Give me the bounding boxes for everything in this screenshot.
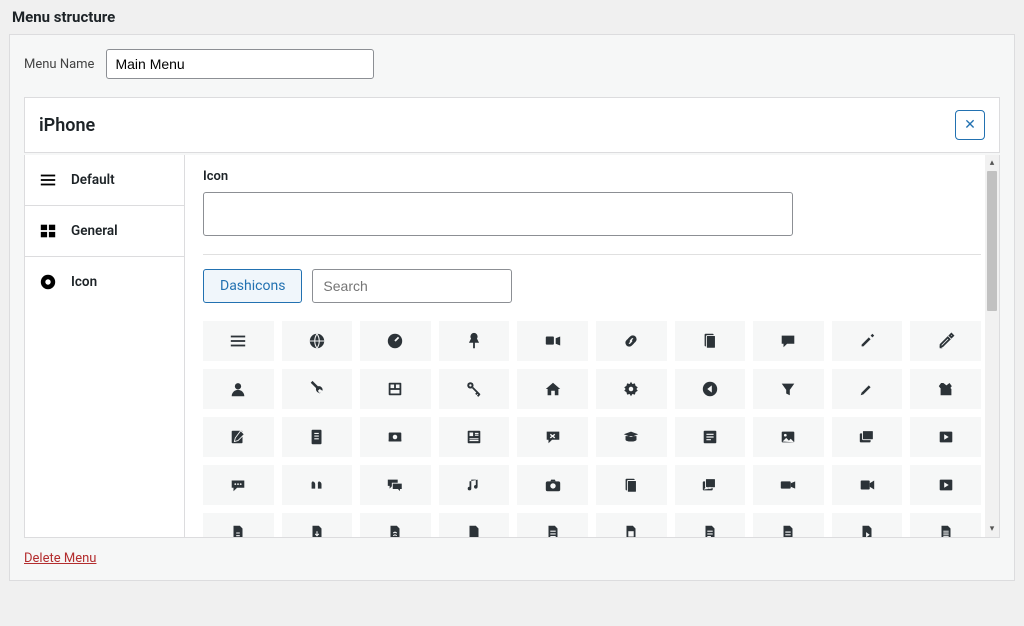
close-button[interactable]: ✕ <box>955 110 985 140</box>
doc-j-icon[interactable] <box>910 513 981 537</box>
video-icon[interactable] <box>910 417 981 457</box>
menu-name-label: Menu Name <box>24 57 94 72</box>
play-icon[interactable] <box>910 465 981 505</box>
home-icon[interactable] <box>517 369 588 409</box>
status-icon[interactable] <box>203 465 274 505</box>
media-icon[interactable] <box>517 321 588 361</box>
divider <box>203 254 981 255</box>
visibility-icon[interactable] <box>360 417 431 457</box>
link-icon[interactable] <box>596 321 667 361</box>
scrollbar[interactable]: ▴ ▾ <box>985 155 999 537</box>
doc-d-icon[interactable] <box>439 513 510 537</box>
comment-icon[interactable] <box>753 321 824 361</box>
quote-icon[interactable] <box>282 465 353 505</box>
scroll-up-icon[interactable]: ▴ <box>985 155 999 171</box>
audio-icon[interactable] <box>439 465 510 505</box>
camera-icon[interactable] <box>517 465 588 505</box>
images-icon[interactable] <box>675 465 746 505</box>
tab-label: Icon <box>71 274 97 290</box>
doc-i-icon[interactable] <box>832 513 903 537</box>
key-icon[interactable] <box>439 369 510 409</box>
category-icon[interactable] <box>596 465 667 505</box>
brush-icon[interactable] <box>910 321 981 361</box>
pin-icon[interactable] <box>439 321 510 361</box>
menu-item-title: iPhone <box>39 115 95 136</box>
learn-icon[interactable] <box>596 417 667 457</box>
doc-h-icon[interactable] <box>753 513 824 537</box>
settings-icon <box>39 222 57 240</box>
video-cam-icon[interactable] <box>753 465 824 505</box>
icon-value-input[interactable] <box>203 192 793 236</box>
tab-general[interactable]: General <box>25 206 184 257</box>
brush-fill-icon[interactable] <box>832 321 903 361</box>
forms-icon[interactable] <box>439 417 510 457</box>
page-icon[interactable] <box>675 321 746 361</box>
customize-icon[interactable] <box>832 369 903 409</box>
menu-panel: Menu Name iPhone ✕ Default General Icon Ic… <box>9 34 1015 581</box>
icon-grid <box>203 321 981 537</box>
dashboard-icon[interactable] <box>360 321 431 361</box>
chat-icon[interactable] <box>360 465 431 505</box>
write-icon[interactable] <box>203 417 274 457</box>
section-title: Menu structure <box>6 0 1018 34</box>
doc-g-icon[interactable] <box>675 513 746 537</box>
doc-b-icon[interactable] <box>282 513 353 537</box>
doc-f-icon[interactable] <box>596 513 667 537</box>
appearance-icon <box>39 273 57 291</box>
gallery-icon[interactable] <box>832 417 903 457</box>
tab-label: Default <box>71 172 115 188</box>
site-icon[interactable] <box>282 321 353 361</box>
scroll-thumb[interactable] <box>987 171 997 311</box>
gear-icon[interactable] <box>596 369 667 409</box>
tabs-sidebar: Default General Icon <box>25 155 185 537</box>
user-icon[interactable] <box>203 369 274 409</box>
widget-icon[interactable] <box>360 369 431 409</box>
doc-e-icon[interactable] <box>517 513 588 537</box>
doc-a-icon[interactable] <box>203 513 274 537</box>
tab-default[interactable]: Default <box>25 155 184 206</box>
menu-item-body: Default General Icon Icon Dashicons ▴ ▾ <box>24 155 1000 538</box>
menu-item-header[interactable]: iPhone ✕ <box>24 97 1000 153</box>
wrench-icon[interactable] <box>282 369 353 409</box>
multisite-icon[interactable] <box>910 369 981 409</box>
video-alt-icon[interactable] <box>832 465 903 505</box>
scroll-down-icon[interactable]: ▾ <box>985 521 999 537</box>
dismiss-icon[interactable] <box>517 417 588 457</box>
icon-library-tab-dashicons[interactable]: Dashicons <box>203 269 302 303</box>
delete-menu-link[interactable]: Delete Menu <box>24 551 96 566</box>
menu-icon[interactable] <box>203 321 274 361</box>
doc-c-icon[interactable] <box>360 513 431 537</box>
tab-label: General <box>71 223 118 239</box>
icon-search-input[interactable] <box>312 269 512 303</box>
icon-field-label: Icon <box>203 169 981 184</box>
filter-icon[interactable] <box>753 369 824 409</box>
image-icon[interactable] <box>753 417 824 457</box>
menu-name-input[interactable] <box>106 49 374 79</box>
content-area: Icon Dashicons ▴ ▾ <box>185 155 999 537</box>
back-icon[interactable] <box>675 369 746 409</box>
tab-icon[interactable]: Icon <box>25 257 184 307</box>
aside-icon[interactable] <box>675 417 746 457</box>
edit-page-icon[interactable] <box>282 417 353 457</box>
menu-icon <box>39 171 57 189</box>
